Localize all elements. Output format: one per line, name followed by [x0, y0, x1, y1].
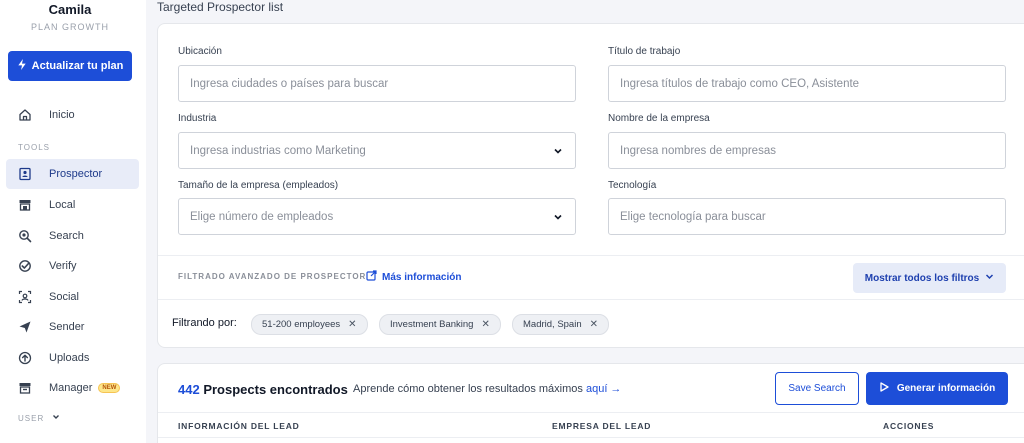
send-icon	[18, 320, 32, 334]
upgrade-plan-label: Actualizar tu plan	[31, 60, 124, 72]
show-all-filters-button[interactable]: Mostrar todos los filtros	[853, 263, 1006, 293]
more-info-label: Más información	[382, 271, 462, 283]
results-panel: 442 Prospects encontrados Aprende cómo o…	[157, 363, 1024, 443]
filter-chip[interactable]: Investment Banking ✕	[379, 314, 501, 335]
sidebar-item-label: Inicio	[49, 109, 75, 121]
job-title-input[interactable]	[620, 77, 1005, 90]
filter-chip-label: 51-200 employees	[262, 319, 341, 330]
generate-information-label: Generar información	[896, 383, 996, 394]
company-name-label: Nombre de la empresa	[608, 113, 710, 124]
generate-information-button[interactable]: Generar información	[866, 372, 1008, 405]
filter-chip-label: Madrid, Spain	[523, 319, 582, 330]
new-badge: NEW	[98, 383, 121, 393]
sidebar-item-label: Sender	[49, 321, 85, 333]
sidebar-item-uploads[interactable]: Uploads	[6, 343, 139, 373]
job-title-field[interactable]	[608, 65, 1006, 102]
column-header: EMPRESA DEL LEAD	[552, 421, 652, 431]
sidebar: Camila PLAN GROWTH Actualizar tu plan In…	[0, 0, 146, 443]
sidebar-item-home[interactable]: Inicio	[6, 100, 139, 130]
filter-chip-label: Investment Banking	[390, 319, 474, 330]
industry-select[interactable]: Ingresa industrias como Marketing	[178, 132, 576, 169]
external-link-icon	[366, 270, 377, 284]
close-icon[interactable]: ✕	[348, 319, 356, 330]
sidebar-item-label: Local	[49, 199, 76, 211]
company-size-placeholder: Elige número de empleados	[190, 210, 334, 223]
close-icon[interactable]: ✕	[590, 319, 598, 330]
results-hint-link[interactable]: aquí →	[586, 383, 621, 395]
social-icon	[18, 290, 32, 304]
store-icon	[18, 198, 32, 212]
user-section-label: USER	[18, 413, 45, 423]
sidebar-item-label: Search	[49, 230, 84, 242]
results-number: 442	[178, 382, 200, 397]
prospector-icon	[18, 167, 32, 181]
sidebar-item-social[interactable]: Social	[6, 282, 139, 312]
upgrade-plan-button[interactable]: Actualizar tu plan	[8, 51, 132, 81]
more-info-link[interactable]: Más información	[366, 270, 461, 284]
results-count: 442 Prospects encontrados	[178, 382, 348, 397]
results-count-label: Prospects encontrados	[203, 382, 348, 397]
sidebar-item-manager[interactable]: Manager NEW	[6, 373, 139, 403]
user-section-toggle[interactable]: USER	[18, 413, 60, 423]
location-field[interactable]	[178, 65, 576, 102]
location-label: Ubicación	[178, 46, 222, 57]
company-name-input[interactable]	[620, 144, 1005, 157]
chevron-down-icon	[52, 413, 60, 423]
chevron-down-icon	[553, 146, 563, 156]
company-size-select[interactable]: Elige número de empleados	[178, 198, 576, 235]
chevron-down-icon	[553, 212, 563, 222]
company-name-field[interactable]	[608, 132, 1006, 169]
save-search-button[interactable]: Save Search	[775, 372, 859, 405]
sidebar-item-local[interactable]: Local	[6, 190, 139, 220]
user-plan: PLAN GROWTH	[30, 22, 109, 32]
user-name: Camila	[48, 2, 92, 17]
industry-label: Industria	[178, 113, 217, 124]
sidebar-item-label: Verify	[49, 260, 77, 272]
sidebar-item-search[interactable]: Search	[6, 221, 139, 251]
sidebar-item-verify[interactable]: Verify	[6, 251, 139, 281]
show-all-filters-label: Mostrar todos los filtros	[864, 272, 980, 284]
company-size-label: Tamaño de la empresa (empleados)	[178, 180, 339, 191]
sidebar-item-label: Uploads	[49, 352, 90, 364]
column-header: INFORMACIÓN DEL LEAD	[178, 421, 300, 431]
play-icon	[879, 382, 889, 395]
verify-icon	[18, 259, 32, 273]
technology-input[interactable]	[620, 210, 1005, 223]
advanced-filter-row: FILTRADO AVANZADO DE PROSPECTOR Más info…	[158, 255, 1024, 300]
technology-label: Tecnología	[608, 180, 657, 191]
upload-icon	[18, 351, 32, 365]
sidebar-item-label: Prospector	[49, 168, 103, 180]
manager-icon	[18, 381, 32, 395]
industry-placeholder: Ingresa industrias como Marketing	[190, 144, 366, 157]
job-title-label: Título de trabajo	[608, 46, 681, 57]
advanced-filter-label: FILTRADO AVANZADO DE PROSPECTOR	[178, 272, 367, 281]
search-icon	[18, 229, 32, 243]
close-icon[interactable]: ✕	[481, 319, 489, 330]
location-input[interactable]	[190, 77, 575, 90]
home-icon	[18, 108, 32, 122]
technology-field[interactable]	[608, 198, 1006, 235]
sidebar-item-label: Manager	[49, 382, 93, 394]
sidebar-item-sender[interactable]: Sender	[6, 312, 139, 342]
filter-panel: Ubicación Título de trabajo Industria In…	[157, 23, 1024, 348]
filter-chip[interactable]: Madrid, Spain ✕	[512, 314, 610, 335]
page-title: Targeted Prospector list	[157, 0, 284, 14]
lightning-icon	[17, 59, 27, 73]
results-hint: Aprende cómo obtener los resultados máxi…	[353, 383, 621, 395]
chevron-down-icon	[985, 272, 994, 284]
filter-chip[interactable]: 51-200 employees ✕	[251, 314, 368, 335]
sidebar-item-label: Social	[49, 291, 79, 303]
results-hint-text: Aprende cómo obtener los resultados máxi…	[353, 383, 583, 395]
tools-section-label: TOOLS	[18, 143, 50, 152]
filtering-by-label: Filtrando por:	[172, 317, 237, 329]
column-header: ACCIONES	[883, 421, 935, 431]
table-header: INFORMACIÓN DEL LEAD EMPRESA DEL LEAD AC…	[158, 412, 1024, 438]
sidebar-item-prospector[interactable]: Prospector	[6, 159, 139, 189]
